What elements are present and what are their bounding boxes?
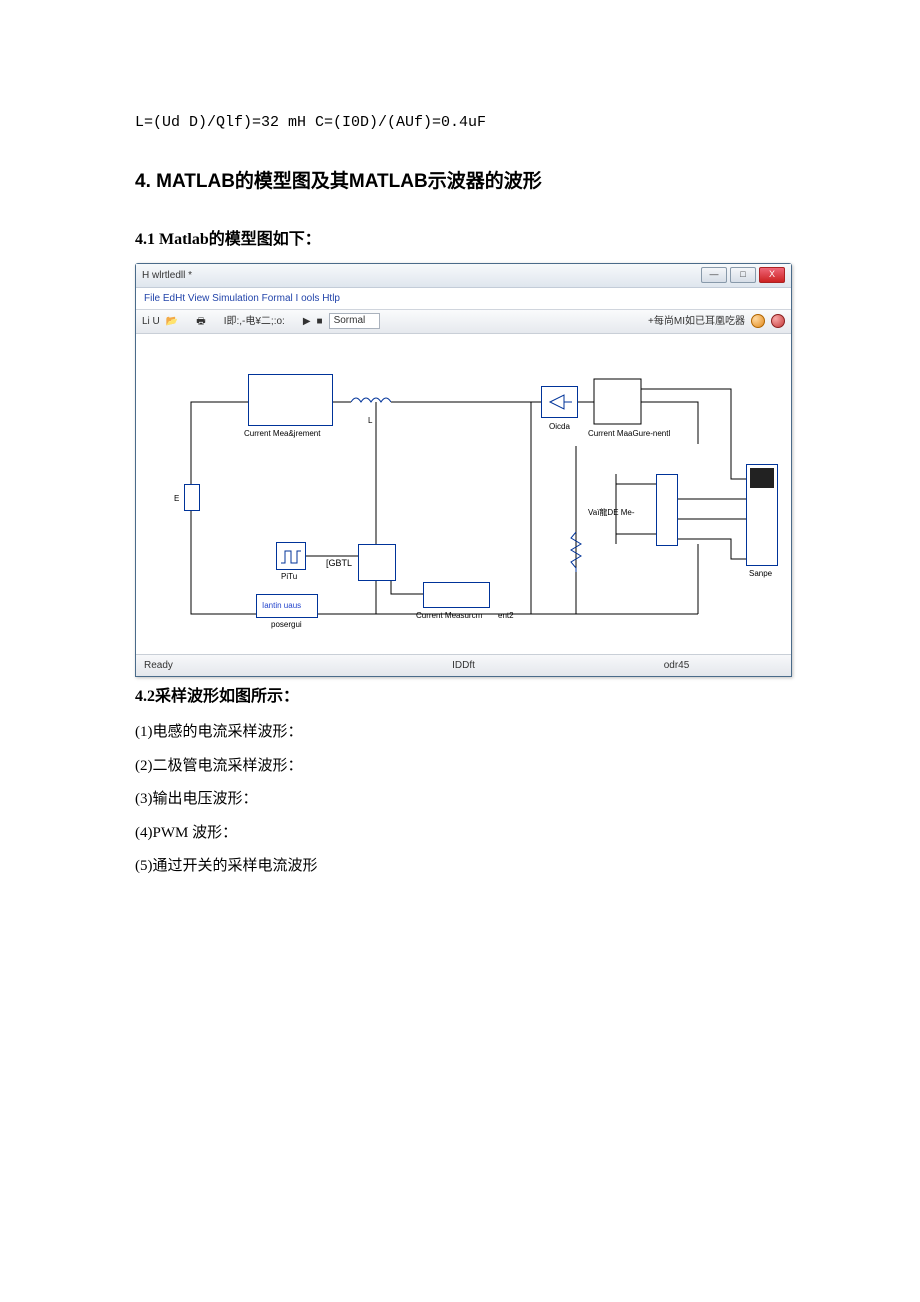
current-measurement-label: Current Mea&jrement bbox=[244, 427, 320, 441]
toolbar-orange-icon[interactable] bbox=[751, 314, 765, 328]
play-icon[interactable]: ▶ bbox=[303, 313, 311, 330]
maximize-button[interactable]: □ bbox=[730, 267, 756, 283]
list-item: (2)二极管电流采样波形： bbox=[135, 754, 790, 780]
formula-text: L=(Ud D)/Qlf)=32 mH C=(I0D)/(AUf)=0.4uF bbox=[135, 110, 790, 136]
igbt-label: [GBTL bbox=[326, 556, 352, 571]
toolbar-red-icon[interactable] bbox=[771, 314, 785, 328]
diode-label: Oicda bbox=[549, 420, 570, 434]
dc-source-label: E bbox=[174, 492, 179, 506]
inductor-label: L bbox=[368, 414, 372, 428]
window-title: H wlrtledll * bbox=[142, 267, 192, 284]
menubar[interactable]: File EdHt View Simulation Formal I ools … bbox=[136, 288, 791, 310]
powergui-label: posergui bbox=[271, 618, 302, 632]
status-left: Ready bbox=[144, 657, 357, 674]
model-canvas[interactable]: E Current Mea&jrement L Oicda Current Ma… bbox=[136, 334, 791, 654]
continuous-label: Iantin uaus bbox=[262, 599, 301, 613]
cm2-label2: ent2 bbox=[498, 609, 514, 623]
cm2-label: Current Measurcm bbox=[416, 609, 482, 623]
statusbar: Ready IDDft odr45 bbox=[136, 654, 791, 676]
print-icon[interactable]: 🖶 bbox=[196, 313, 205, 330]
cm1-label: Current MaaGure-nentl bbox=[588, 427, 670, 441]
open-icon[interactable]: 📂 bbox=[166, 313, 178, 330]
voltage-meas-label: Vaï龍DE Me- bbox=[588, 506, 635, 520]
stop-icon[interactable]: ■ bbox=[317, 313, 323, 330]
section-4-2-heading: 4.2采样波形如图所示： bbox=[135, 683, 790, 710]
toolbar-right-text: +每尚MI如已耳凰吃器 bbox=[648, 313, 745, 330]
toolbar-left-label: Li U bbox=[142, 313, 160, 330]
pulse-gen-block[interactable] bbox=[276, 542, 306, 570]
simulink-window: H wlrtledll * — □ X File EdHt View Simul… bbox=[135, 263, 792, 677]
list-item: (3)输出电压波形： bbox=[135, 787, 790, 813]
inductor-block[interactable] bbox=[351, 394, 391, 410]
status-right: odr45 bbox=[570, 657, 783, 674]
pulse-label: PiTu bbox=[281, 570, 297, 584]
list-item: (5)通过开关的采样电流波形 bbox=[135, 854, 790, 880]
diode-block[interactable] bbox=[541, 386, 578, 418]
dc-source-block[interactable] bbox=[184, 484, 200, 511]
status-mid: IDDft bbox=[357, 657, 570, 674]
window-buttons: — □ X bbox=[701, 267, 785, 283]
sim-mode-dropdown[interactable]: Sormal bbox=[329, 313, 381, 329]
minimize-button[interactable]: — bbox=[701, 267, 727, 283]
toolbar-mid-text: I即:,-电¥二;:o: bbox=[224, 313, 285, 330]
section-4-1-heading: 4.1 Matlab的模型图如下： bbox=[135, 226, 790, 253]
voltage-meas-block[interactable] bbox=[656, 474, 678, 546]
cm2-block[interactable] bbox=[423, 582, 490, 608]
close-button[interactable]: X bbox=[759, 267, 785, 283]
scope-block[interactable] bbox=[746, 464, 778, 566]
section-4-heading: 4. MATLAB的模型图及其MATLAB示波器的波形 bbox=[135, 166, 790, 198]
igbt-block[interactable] bbox=[358, 544, 396, 581]
list-item: (4)PWM 波形： bbox=[135, 821, 790, 847]
list-item: (1)电感的电流采样波形： bbox=[135, 720, 790, 746]
scope-label: Sanpe bbox=[749, 567, 772, 581]
toolbar[interactable]: Li U 📂 🖶 I即:,-电¥二;:o: ▶ ■ Sormal +每尚MI如已… bbox=[136, 310, 791, 334]
current-measurement-block[interactable] bbox=[248, 374, 333, 426]
window-titlebar: H wlrtledll * — □ X bbox=[136, 264, 791, 288]
resistor-block[interactable] bbox=[569, 532, 583, 572]
